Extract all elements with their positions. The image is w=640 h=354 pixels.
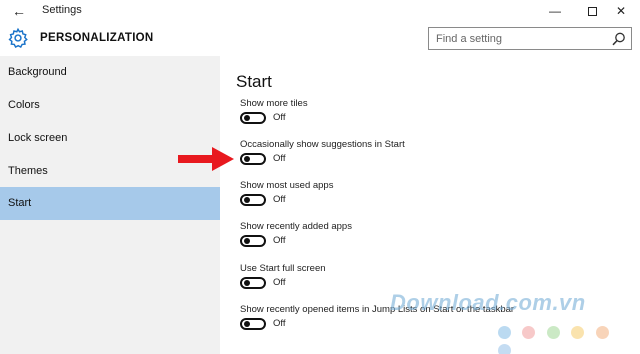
back-arrow-icon[interactable]: ← xyxy=(10,2,28,20)
setting-show-more-tiles: Show more tiles Off xyxy=(240,98,620,138)
setting-label: Occasionally show suggestions in Start xyxy=(240,139,405,150)
setting-label: Show most used apps xyxy=(240,180,334,191)
search-input[interactable] xyxy=(429,28,607,49)
setting-recently-added-apps: Show recently added apps Off xyxy=(240,221,620,261)
sidebar-item-colors[interactable]: Colors xyxy=(0,89,220,122)
section-title: PERSONALIZATION xyxy=(40,32,154,44)
toggle-state: Off xyxy=(273,112,286,123)
toggle-state: Off xyxy=(273,235,286,246)
page-header: PERSONALIZATION xyxy=(0,22,640,56)
toggle-switch[interactable] xyxy=(240,194,266,206)
toggle-state: Off xyxy=(273,153,286,164)
toggle-switch[interactable] xyxy=(240,112,266,124)
toggle-switch[interactable] xyxy=(240,153,266,165)
watermark-dots xyxy=(498,326,640,354)
setting-label: Show more tiles xyxy=(240,98,308,109)
title-bar: ← Settings — ✕ xyxy=(0,0,640,22)
sidebar-item-background[interactable]: Background xyxy=(0,56,220,89)
sidebar: Background Colors Lock screen Themes Sta… xyxy=(0,56,220,354)
window-title: Settings xyxy=(42,4,82,16)
watermark-dot xyxy=(498,326,511,339)
toggle-state: Off xyxy=(273,318,286,329)
red-arrow-icon xyxy=(178,147,234,171)
toggle-knob xyxy=(244,321,250,327)
search-box[interactable] xyxy=(428,27,632,50)
setting-label: Show recently added apps xyxy=(240,221,352,232)
watermark-dot xyxy=(571,326,585,339)
minimize-button[interactable]: — xyxy=(540,1,570,21)
setting-most-used-apps: Show most used apps Off xyxy=(240,180,620,220)
watermark-logo: Download.com.vn xyxy=(390,290,640,354)
maximize-button[interactable] xyxy=(577,1,607,21)
maximize-icon xyxy=(587,7,597,17)
watermark-dot xyxy=(546,326,560,339)
toggle-switch[interactable] xyxy=(240,318,266,330)
sidebar-item-start[interactable]: Start xyxy=(0,187,220,220)
page-title: Start xyxy=(236,72,272,91)
search-icon[interactable] xyxy=(611,31,627,47)
toggle-switch[interactable] xyxy=(240,277,266,289)
setting-suggestions-in-start: Occasionally show suggestions in Start O… xyxy=(240,139,620,179)
toggle-knob xyxy=(244,197,250,203)
watermark-dot xyxy=(498,344,511,354)
toggle-state: Off xyxy=(273,194,286,205)
setting-label: Use Start full screen xyxy=(240,263,326,274)
toggle-knob xyxy=(244,156,250,162)
toggle-knob xyxy=(244,115,250,121)
close-button[interactable]: ✕ xyxy=(606,1,636,21)
toggle-switch[interactable] xyxy=(240,235,266,247)
toggle-knob xyxy=(244,280,250,286)
toggle-knob xyxy=(244,238,250,244)
watermark-dot xyxy=(595,326,609,339)
toggle-state: Off xyxy=(273,277,286,288)
gear-icon xyxy=(8,27,28,48)
watermark-dot xyxy=(522,326,536,339)
watermark-text: Download.com.vn xyxy=(390,290,586,315)
